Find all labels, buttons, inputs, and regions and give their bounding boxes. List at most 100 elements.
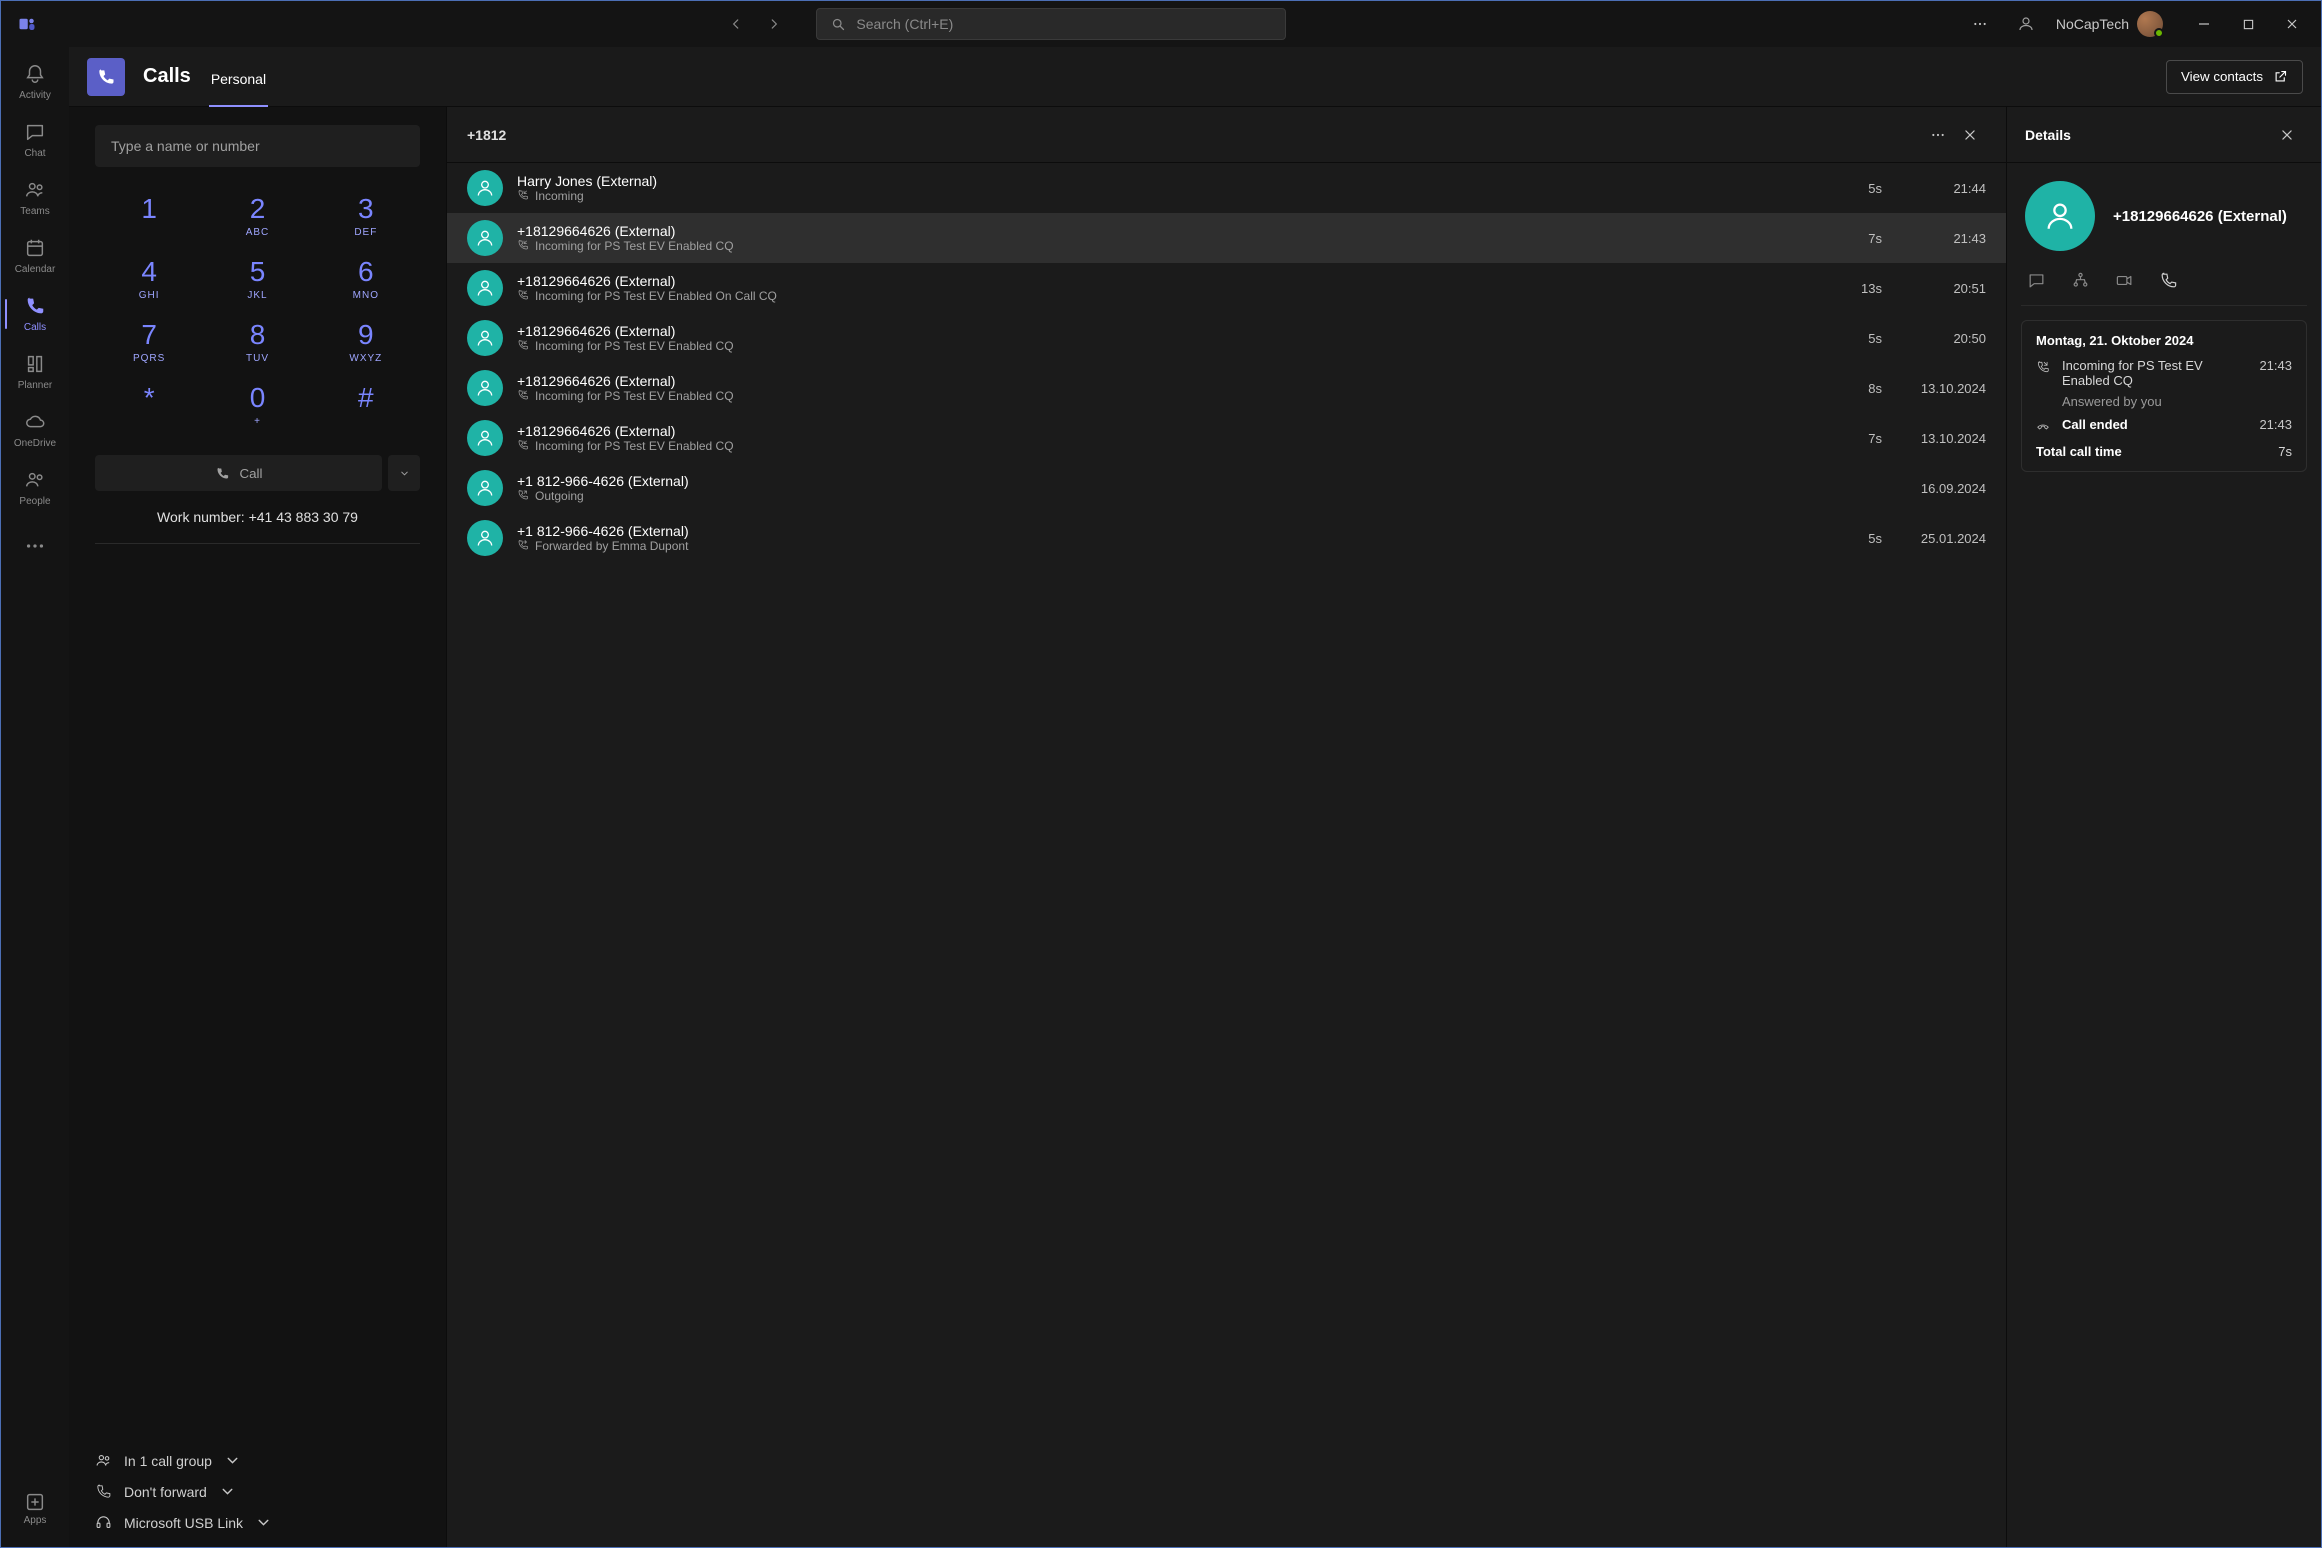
keypad-key-0[interactable]: 0+ [203, 382, 311, 427]
app-rail: Activity Chat Teams CalendarCallsPlannerOne… [1, 47, 69, 1547]
chat-action-button[interactable] [2025, 269, 2047, 291]
keypad-key-6[interactable]: 6MNO [312, 256, 420, 301]
chevron-down-icon [399, 468, 410, 479]
user-avatar [2137, 11, 2163, 37]
call-history-item[interactable]: +1 812-966-4626 (External) Outgoing 16.0… [447, 463, 2006, 513]
call-group-label: In 1 call group [124, 1453, 212, 1469]
details-date: Montag, 21. Oktober 2024 [2036, 333, 2292, 348]
incoming-label: Incoming for PS Test EV Enabled CQ [2062, 358, 2249, 388]
onedrive-icon [24, 411, 46, 436]
history-close-filter-button[interactable] [1954, 119, 1986, 151]
rail-item-more[interactable] [5, 519, 65, 573]
rail-item-activity[interactable]: Activity [5, 55, 65, 109]
contact-avatar [2025, 181, 2095, 251]
call-history-item[interactable]: +18129664626 (External) Incoming for PS … [447, 213, 2006, 263]
keypad-key-4[interactable]: 4GHI [95, 256, 203, 301]
rail-item-onedrive[interactable]: OneDrive [5, 403, 65, 457]
call-history-item[interactable]: +1 812-966-4626 (External) Forwarded by … [447, 513, 2006, 563]
incoming-icon [517, 189, 529, 204]
call-history-item[interactable]: +18129664626 (External) Incoming for PS … [447, 413, 2006, 463]
titlebar: Search (Ctrl+E) NoCapTech [1, 1, 2321, 47]
nav-forward-button[interactable] [756, 9, 792, 39]
call-button-label: Call [240, 466, 263, 481]
more-options-button[interactable] [1964, 8, 1996, 40]
call-forward-setting[interactable]: Don't forward [95, 1483, 420, 1500]
ellipsis-icon [24, 535, 46, 557]
call-history-item[interactable]: Harry Jones (External) Incoming 5s 21:44 [447, 163, 2006, 213]
phone-icon [215, 466, 230, 481]
rail-item-teams[interactable]: Teams [5, 171, 65, 225]
rail-item-apps[interactable]: Apps [5, 1481, 65, 1535]
keypad-key-8[interactable]: 8TUV [203, 319, 311, 364]
people-presence-button[interactable] [2010, 8, 2042, 40]
window-maximize-button[interactable] [2227, 9, 2269, 39]
call-subtitle: Incoming for PS Test EV Enabled CQ [517, 239, 1818, 254]
details-title: Details [2025, 127, 2071, 143]
details-contact: +18129664626 (External) [2007, 163, 2321, 269]
call-title: +18129664626 (External) [517, 223, 1818, 239]
phone-icon [2159, 271, 2178, 290]
history-header: +1812 [447, 107, 2006, 163]
dial-input[interactable] [95, 125, 420, 167]
rail-item-calls[interactable]: Calls [5, 287, 65, 341]
ellipsis-icon [1972, 16, 1988, 32]
rail-item-chat[interactable]: Chat [5, 113, 65, 167]
video-call-action-button[interactable] [2113, 269, 2135, 291]
divider [2021, 305, 2307, 306]
keypad-key-5[interactable]: 5JKL [203, 256, 311, 301]
teams-icon [24, 179, 46, 204]
user-chip[interactable]: NoCapTech [2056, 11, 2163, 37]
history-more-button[interactable] [1922, 119, 1954, 151]
keypad-key-#[interactable]: # [312, 382, 420, 427]
rail-item-people[interactable]: People [5, 461, 65, 515]
keypad-letters: GHI [139, 290, 160, 301]
contact-name: +18129664626 (External) [2113, 208, 2287, 225]
nav-back-button[interactable] [718, 9, 754, 39]
keypad-key-9[interactable]: 9WXYZ [312, 319, 420, 364]
close-icon [2286, 18, 2298, 30]
view-contacts-button[interactable]: View contacts [2166, 60, 2303, 94]
call-time: 21:43 [1896, 231, 1986, 246]
keypad-digit: 5 [250, 256, 266, 288]
rail-item-label: Chat [24, 148, 45, 159]
keypad-key-1[interactable]: 1 [95, 193, 203, 238]
call-group-setting[interactable]: In 1 call group [95, 1452, 420, 1469]
audio-device-setting[interactable]: Microsoft USB Link [95, 1514, 420, 1531]
call-duration: 5s [1832, 531, 1882, 546]
rail-item-calendar[interactable]: Calendar [5, 229, 65, 283]
keypad-digit: # [358, 382, 374, 414]
rail-item-label: Activity [19, 90, 51, 101]
details-close-button[interactable] [2271, 119, 2303, 151]
ellipsis-icon [1930, 127, 1946, 143]
calendar-icon [24, 237, 46, 262]
window-close-button[interactable] [2271, 9, 2313, 39]
rail-item-label: Teams [20, 206, 49, 217]
window-minimize-button[interactable] [2183, 9, 2225, 39]
keypad-letters: ABC [246, 227, 270, 238]
call-time: 13.10.2024 [1896, 381, 1986, 396]
search-input[interactable]: Search (Ctrl+E) [816, 8, 1286, 40]
total-time-label: Total call time [2036, 444, 2122, 459]
keypad-key-2[interactable]: 2ABC [203, 193, 311, 238]
tab-personal[interactable]: Personal [209, 71, 268, 107]
call-title: +18129664626 (External) [517, 273, 1818, 289]
keypad-digit: 3 [358, 193, 374, 225]
person-icon [2017, 15, 2035, 33]
call-title: +1 812-966-4626 (External) [517, 473, 1818, 489]
org-icon [2071, 271, 2090, 290]
call-button[interactable]: Call [95, 455, 382, 491]
call-duration: 13s [1832, 281, 1882, 296]
audio-device-label: Microsoft USB Link [124, 1515, 243, 1531]
keypad-key-7[interactable]: 7PQRS [95, 319, 203, 364]
teams-app-icon [13, 10, 41, 38]
audio-call-action-button[interactable] [2157, 269, 2179, 291]
keypad-key-3[interactable]: 3DEF [312, 193, 420, 238]
call-history-item[interactable]: +18129664626 (External) Incoming for PS … [447, 263, 2006, 313]
call-dropdown-button[interactable] [388, 455, 420, 491]
user-name: NoCapTech [2056, 16, 2129, 32]
keypad-key-*[interactable]: * [95, 382, 203, 427]
org-action-button[interactable] [2069, 269, 2091, 291]
call-history-item[interactable]: +18129664626 (External) Incoming for PS … [447, 313, 2006, 363]
rail-item-planner[interactable]: Planner [5, 345, 65, 399]
call-history-item[interactable]: +18129664626 (External) Incoming for PS … [447, 363, 2006, 413]
